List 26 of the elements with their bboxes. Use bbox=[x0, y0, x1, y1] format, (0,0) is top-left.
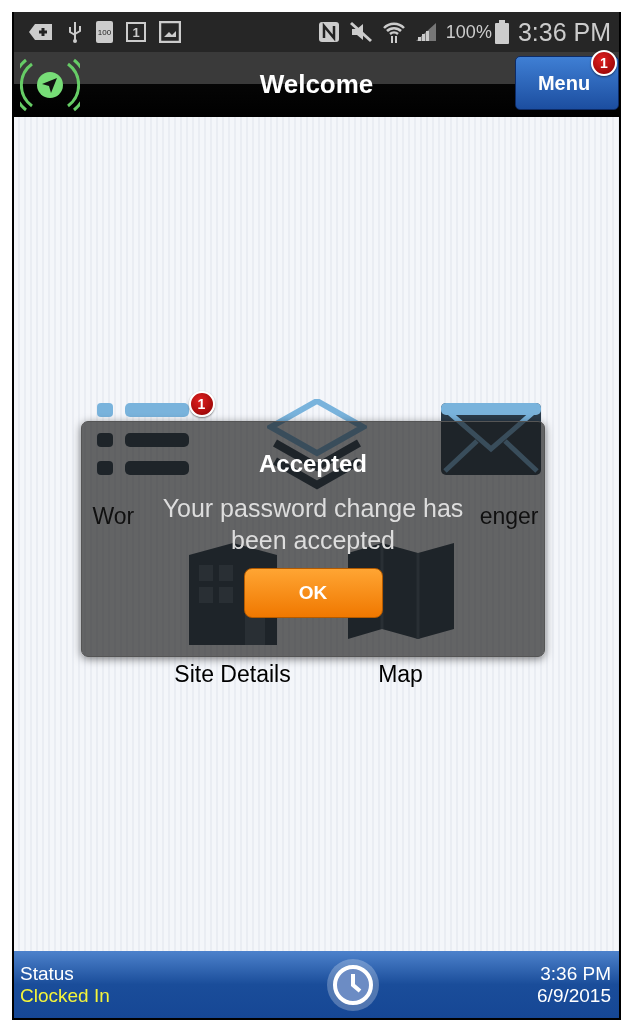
clock-icon[interactable] bbox=[325, 956, 382, 1013]
wifi-icon bbox=[381, 20, 406, 44]
tile-label[interactable]: Site Details bbox=[174, 661, 291, 689]
tile-label[interactable]: enger bbox=[479, 503, 539, 531]
status-value: Clocked In bbox=[20, 984, 110, 1007]
footer-time: 3:36 PM bbox=[539, 962, 611, 985]
clock-time: 3:36 PM bbox=[517, 17, 611, 47]
dialog-title: Accepted bbox=[258, 450, 367, 478]
status-label: Status bbox=[20, 962, 75, 985]
location-signal-icon[interactable] bbox=[20, 58, 80, 112]
tile-label[interactable]: Map bbox=[378, 661, 423, 689]
battery-icon bbox=[494, 20, 509, 44]
battery-percent: 100% bbox=[445, 21, 492, 43]
nfc-icon bbox=[317, 21, 340, 43]
image-icon bbox=[159, 21, 181, 43]
battery-icon: 100 bbox=[96, 21, 113, 43]
tile-label[interactable]: Wor bbox=[92, 503, 135, 531]
muted-speaker-icon bbox=[348, 21, 373, 43]
screen-title: Welcome bbox=[259, 69, 374, 100]
notification-badge: 1 bbox=[188, 391, 215, 417]
notification-icon bbox=[28, 22, 54, 42]
calendar-icon: 1 bbox=[126, 22, 146, 42]
usb-icon bbox=[67, 21, 83, 43]
dialog-message: Your password change has been accepted bbox=[161, 493, 465, 556]
signal-icon bbox=[414, 22, 437, 42]
footer-date: 6/9/2015 bbox=[537, 984, 611, 1007]
